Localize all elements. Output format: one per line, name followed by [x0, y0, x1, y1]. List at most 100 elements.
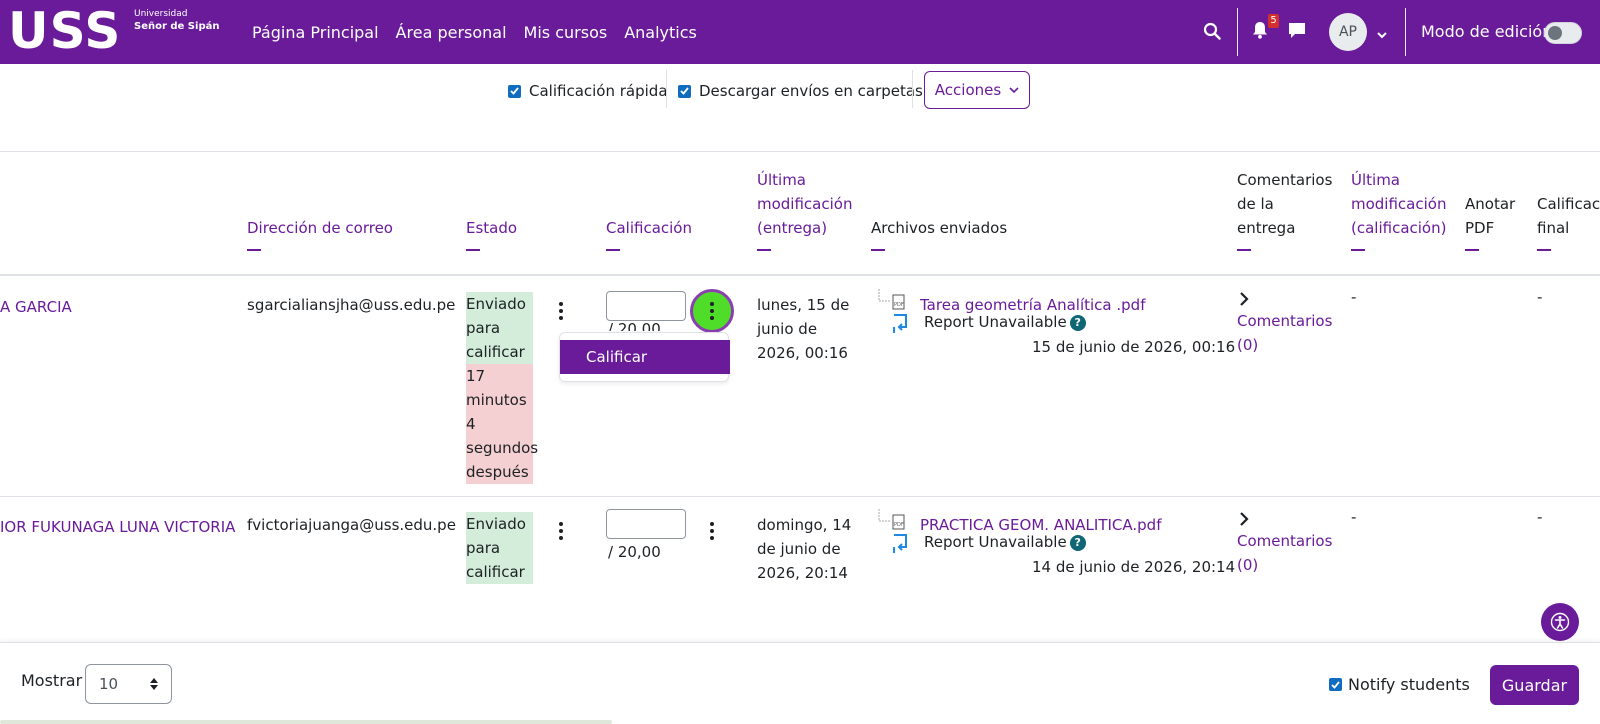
sort-dash: [247, 249, 261, 251]
col-last-modified-grade[interactable]: Última modificación (calificación): [1351, 168, 1446, 251]
comments-count: (0): [1237, 336, 1259, 354]
col-label-line: Última: [1351, 171, 1400, 189]
bell-icon[interactable]: [1252, 21, 1268, 43]
quick-grading-label: Calificación rápida: [529, 82, 668, 100]
save-button[interactable]: Guardar: [1490, 665, 1579, 705]
col-label-line: (calificación): [1351, 219, 1447, 237]
uss-logo[interactable]: USS Universidad Señor de Sipán: [8, 6, 219, 56]
notify-students-checkbox[interactable]: Notify students: [1329, 675, 1470, 694]
report-status: Report Unavailable?: [924, 310, 1086, 334]
col-status[interactable]: Estado: [466, 216, 517, 251]
date-line: 2026, 00:16: [757, 344, 848, 362]
col-final-grade: Calificación final: [1537, 192, 1600, 251]
horizontal-scrollbar[interactable]: [0, 720, 612, 724]
grade-actions-kebab-icon[interactable]: [709, 522, 715, 540]
comments-link[interactable]: Comentarios (0): [1237, 309, 1332, 357]
help-icon[interactable]: ?: [1069, 534, 1086, 551]
checkbox-checked-icon: [678, 84, 691, 98]
file-date: 14 de junio de 2026, 20:14: [1032, 558, 1236, 576]
comments-count: (0): [1237, 556, 1259, 574]
checkbox-checked-icon: [508, 84, 521, 98]
notification-badge: 5: [1268, 14, 1279, 28]
col-files-label: Archivos enviados: [871, 219, 1008, 237]
status-line: para: [466, 539, 501, 557]
help-icon[interactable]: ?: [1069, 314, 1086, 331]
final-grade: -: [1537, 288, 1543, 306]
chevron-right-icon[interactable]: [1239, 291, 1249, 307]
edit-mode-label: Modo de edición: [1421, 22, 1553, 41]
edit-mode-toggle[interactable]: [1544, 22, 1582, 44]
select-arrows-icon: [150, 678, 158, 690]
primary-nav: Página Principal Área personal Mis curso…: [252, 0, 714, 64]
col-email[interactable]: Dirección de correo: [247, 216, 393, 251]
user-avatar[interactable]: AP: [1329, 13, 1367, 51]
comments-link[interactable]: Comentarios (0): [1237, 529, 1332, 577]
options-separator: [666, 70, 667, 108]
row-actions-kebab-icon[interactable]: [558, 522, 564, 540]
col-label-line: modificación: [757, 195, 853, 213]
nav-personal-area[interactable]: Área personal: [396, 23, 507, 42]
grade-actions-menu: Calificar: [559, 332, 730, 382]
nav-analytics[interactable]: Analytics: [624, 23, 697, 42]
sort-dash: [1237, 249, 1251, 251]
sort-dash: [757, 249, 771, 251]
late-line: 4: [466, 415, 476, 433]
plagiarism-icon[interactable]: [892, 533, 908, 555]
logo-line2: Señor de Sipán: [134, 21, 220, 32]
col-status-label: Estado: [466, 219, 518, 237]
student-name-link[interactable]: A GARCIA: [0, 295, 72, 319]
col-last-modified-submission[interactable]: Última modificación (entrega): [757, 168, 852, 251]
grade-input[interactable]: [606, 291, 686, 321]
download-folders-checkbox[interactable]: Descargar envíos en carpetas: [678, 82, 923, 100]
date-line: junio de: [757, 320, 818, 338]
grade-actions-button[interactable]: [690, 289, 734, 333]
kebab-icon: [709, 302, 715, 320]
nav-separator: [1405, 8, 1406, 56]
svg-text:PDF: PDF: [894, 302, 904, 308]
plagiarism-icon[interactable]: [892, 313, 908, 335]
per-page-select[interactable]: 10: [85, 664, 172, 704]
status-line: calificar: [466, 343, 525, 361]
col-label-line: Anotar: [1465, 195, 1516, 213]
col-grade-label: Calificación: [606, 219, 692, 237]
chevron-right-icon[interactable]: [1239, 511, 1249, 527]
late-line: 17: [466, 367, 486, 385]
student-name-link[interactable]: IOR FUKUNAGA LUNA VICTORIA: [0, 515, 235, 539]
quick-grading-checkbox[interactable]: Calificación rápida: [508, 82, 668, 100]
col-grade[interactable]: Calificación: [606, 216, 692, 251]
grade-input[interactable]: [606, 509, 686, 539]
search-icon[interactable]: [1203, 22, 1221, 44]
checkbox-checked-icon: [1329, 678, 1342, 691]
report-label: Report Unavailable: [924, 533, 1067, 551]
row-actions-kebab-icon[interactable]: [558, 302, 564, 320]
submission-date: domingo, 14 de junio de 2026, 20:14: [757, 513, 851, 585]
status-badge: Enviado para calificar: [466, 512, 533, 584]
actions-label: Acciones: [934, 81, 1002, 99]
col-files: Archivos enviados: [871, 216, 1007, 251]
col-label-line: modificación: [1351, 195, 1447, 213]
col-label-line: entrega: [1237, 219, 1296, 237]
chat-icon[interactable]: [1288, 22, 1306, 43]
per-page-value: 10: [99, 675, 119, 693]
top-navbar: USS Universidad Señor de Sipán Página Pr…: [0, 0, 1600, 64]
tree-branch-icon: PDF: [878, 509, 905, 530]
comments-label: Comentarios: [1237, 312, 1333, 330]
logo-text: Universidad Señor de Sipán: [134, 8, 244, 33]
actions-dropdown-button[interactable]: Acciones: [924, 71, 1030, 109]
tree-branch-icon: PDF: [878, 289, 905, 310]
table-row: IOR FUKUNAGA LUNA VICTORIA fvictoriajuan…: [0, 497, 1600, 642]
table-header: Dirección de correo Estado Calificación …: [0, 152, 1600, 276]
date-line: domingo, 14: [757, 516, 852, 534]
submission-date: lunes, 15 de junio de 2026, 00:16: [757, 293, 849, 365]
status-line: Enviado: [466, 295, 526, 313]
nav-home[interactable]: Página Principal: [252, 23, 379, 42]
accessibility-button[interactable]: [1541, 603, 1579, 641]
comments-label: Comentarios: [1237, 532, 1333, 550]
chevron-down-icon[interactable]: [1376, 25, 1388, 44]
date-line: lunes, 15 de: [757, 296, 850, 314]
date-line: de junio de: [757, 540, 841, 558]
sort-dash: [1537, 249, 1551, 251]
date-line: 2026, 20:14: [757, 564, 848, 582]
menu-item-grade[interactable]: Calificar: [560, 340, 730, 374]
nav-my-courses[interactable]: Mis cursos: [524, 23, 608, 42]
